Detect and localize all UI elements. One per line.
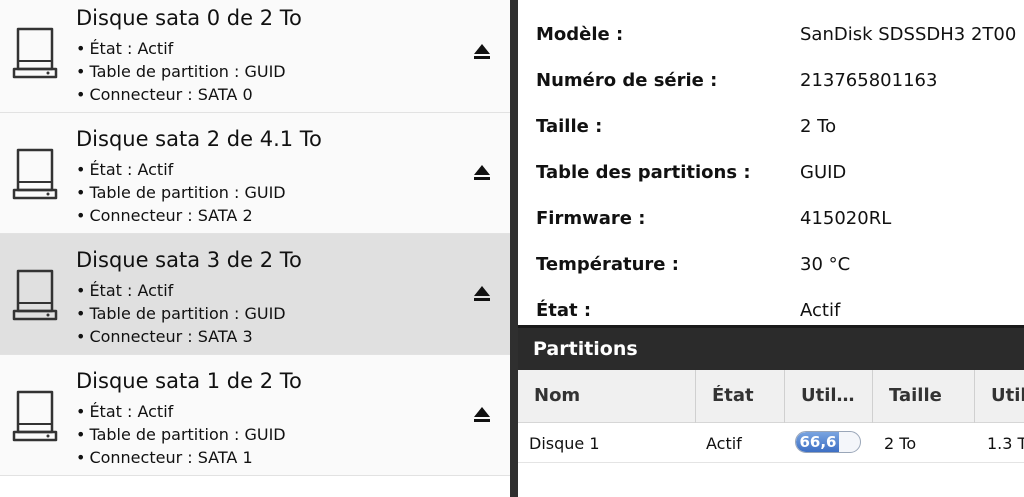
disk-connector: • Connecteur : SATA 3 [76,327,253,346]
disk-connector: • Connecteur : SATA 1 [76,448,253,467]
detail-value: 2 To [800,116,837,137]
bullet: • [76,206,86,225]
disk-partition-table: • Table de partition : GUID [76,183,286,202]
detail-label: Température : [536,254,679,275]
disk-connector-text: Connecteur : SATA 0 [89,85,253,104]
column-header-label: État [712,385,754,406]
disk-title: Disque sata 2 de 4.1 To [76,127,322,151]
bullet: • [76,448,86,467]
disk-partition-table-text: Table de partition : GUID [89,425,286,444]
column-header-state[interactable]: État [696,370,785,423]
disk-item-sata-0[interactable]: Disque sata 0 de 2 To • État : Actif • Tab… [0,0,510,113]
disk-list: Disque sata 0 de 2 To • État : Actif • Tab… [0,0,510,497]
column-header-label: Taille [889,385,942,406]
disk-connector-text: Connecteur : SATA 2 [89,206,253,225]
detail-row-temperature: Température : 30 °C [518,246,1024,286]
disk-details-panel: Modèle : SanDisk SDSSDH3 2T00 Numéro de … [518,0,1024,325]
disk-title: Disque sata 1 de 2 To [76,369,302,393]
detail-row-state: État : Actif [518,292,1024,325]
detail-row-size: Taille : 2 To [518,108,1024,148]
bullet: • [76,85,86,104]
hard-drive-icon [12,269,58,321]
disk-state-text: État : Actif [89,160,174,179]
detail-label: État : [536,300,592,321]
column-header-label: Util [991,385,1024,406]
bullet: • [76,183,86,202]
disk-connector-text: Connecteur : SATA 1 [89,448,253,467]
bullet: • [76,281,86,300]
disk-partition-table: • Table de partition : GUID [76,304,286,323]
disk-item-sata-2[interactable]: Disque sata 2 de 4.1 To • État : Actif • T… [0,113,510,234]
hard-drive-icon [12,390,58,442]
disk-partition-table: • Table de partition : GUID [76,425,286,444]
column-header-used[interactable]: Util [975,370,1024,423]
partitions-title: Partitions [533,338,638,360]
detail-value: 213765801163 [800,70,938,91]
usage-progress-text: 66,6 [799,433,837,451]
column-header-label: Nom [534,385,581,406]
bullet: • [76,327,86,346]
detail-label: Firmware : [536,208,646,229]
partition-state: Actif [706,434,742,453]
bullet: • [76,160,86,179]
disk-connector: • Connecteur : SATA 2 [76,206,253,225]
partitions-header: Partitions [518,325,1024,370]
hard-drive-icon [12,27,58,79]
bullet: • [76,402,86,421]
eject-icon[interactable] [472,406,492,424]
column-header-usage[interactable]: Util… [785,370,873,423]
disk-item-sata-3[interactable]: Disque sata 3 de 2 To • État : Actif • Tab… [0,234,510,355]
detail-row-serial: Numéro de série : 213765801163 [518,62,1024,102]
eject-icon[interactable] [472,164,492,182]
disk-title: Disque sata 0 de 2 To [76,6,302,30]
disk-state: • État : Actif [76,402,173,421]
bullet: • [76,425,86,444]
partitions-panel: Partitions Nom État Util… Taille Util Di… [518,325,1024,497]
detail-value: Actif [800,300,841,321]
disk-title: Disque sata 3 de 2 To [76,248,302,272]
detail-row-model: Modèle : SanDisk SDSSDH3 2T00 [518,16,1024,56]
disk-partition-table-text: Table de partition : GUID [89,62,286,81]
column-header-name[interactable]: Nom [518,370,696,423]
disk-connector-text: Connecteur : SATA 3 [89,327,253,346]
eject-icon[interactable] [472,285,492,303]
eject-icon[interactable] [472,43,492,61]
bullet: • [76,39,86,58]
bullet: • [76,304,86,323]
detail-value: GUID [800,162,847,183]
panel-divider[interactable] [510,0,518,497]
disk-state-text: État : Actif [89,39,174,58]
disk-connector: • Connecteur : SATA 0 [76,85,253,104]
partition-name: Disque 1 [529,434,600,453]
partition-size: 2 To [884,434,917,453]
detail-row-partition-table: Table des partitions : GUID [518,154,1024,194]
disk-state-text: État : Actif [89,281,174,300]
disk-partition-table-text: Table de partition : GUID [89,183,286,202]
usage-progress-bar: 66,6 [795,431,861,453]
disk-state-text: État : Actif [89,402,174,421]
table-row[interactable]: Disque 1 Actif 66,6 2 To 1.3 T [518,423,1024,463]
disk-item-sata-1[interactable]: Disque sata 1 de 2 To • État : Actif • Tab… [0,355,510,476]
detail-value: 30 °C [800,254,851,275]
detail-label: Numéro de série : [536,70,718,91]
disk-state: • État : Actif [76,39,173,58]
partitions-table-header: Nom État Util… Taille Util [518,370,1024,423]
detail-value: 415020RL [800,208,892,229]
detail-label: Table des partitions : [536,162,751,183]
detail-label: Modèle : [536,24,624,45]
detail-value: SanDisk SDSSDH3 2T00 [800,24,1017,45]
column-header-label: Util… [801,385,855,406]
detail-row-firmware: Firmware : 415020RL [518,200,1024,240]
partition-used: 1.3 T [987,434,1024,453]
column-header-size[interactable]: Taille [873,370,975,423]
disk-state: • État : Actif [76,281,173,300]
detail-label: Taille : [536,116,603,137]
disk-state: • État : Actif [76,160,173,179]
hard-drive-icon [12,148,58,200]
disk-partition-table: • Table de partition : GUID [76,62,286,81]
disk-partition-table-text: Table de partition : GUID [89,304,286,323]
bullet: • [76,62,86,81]
